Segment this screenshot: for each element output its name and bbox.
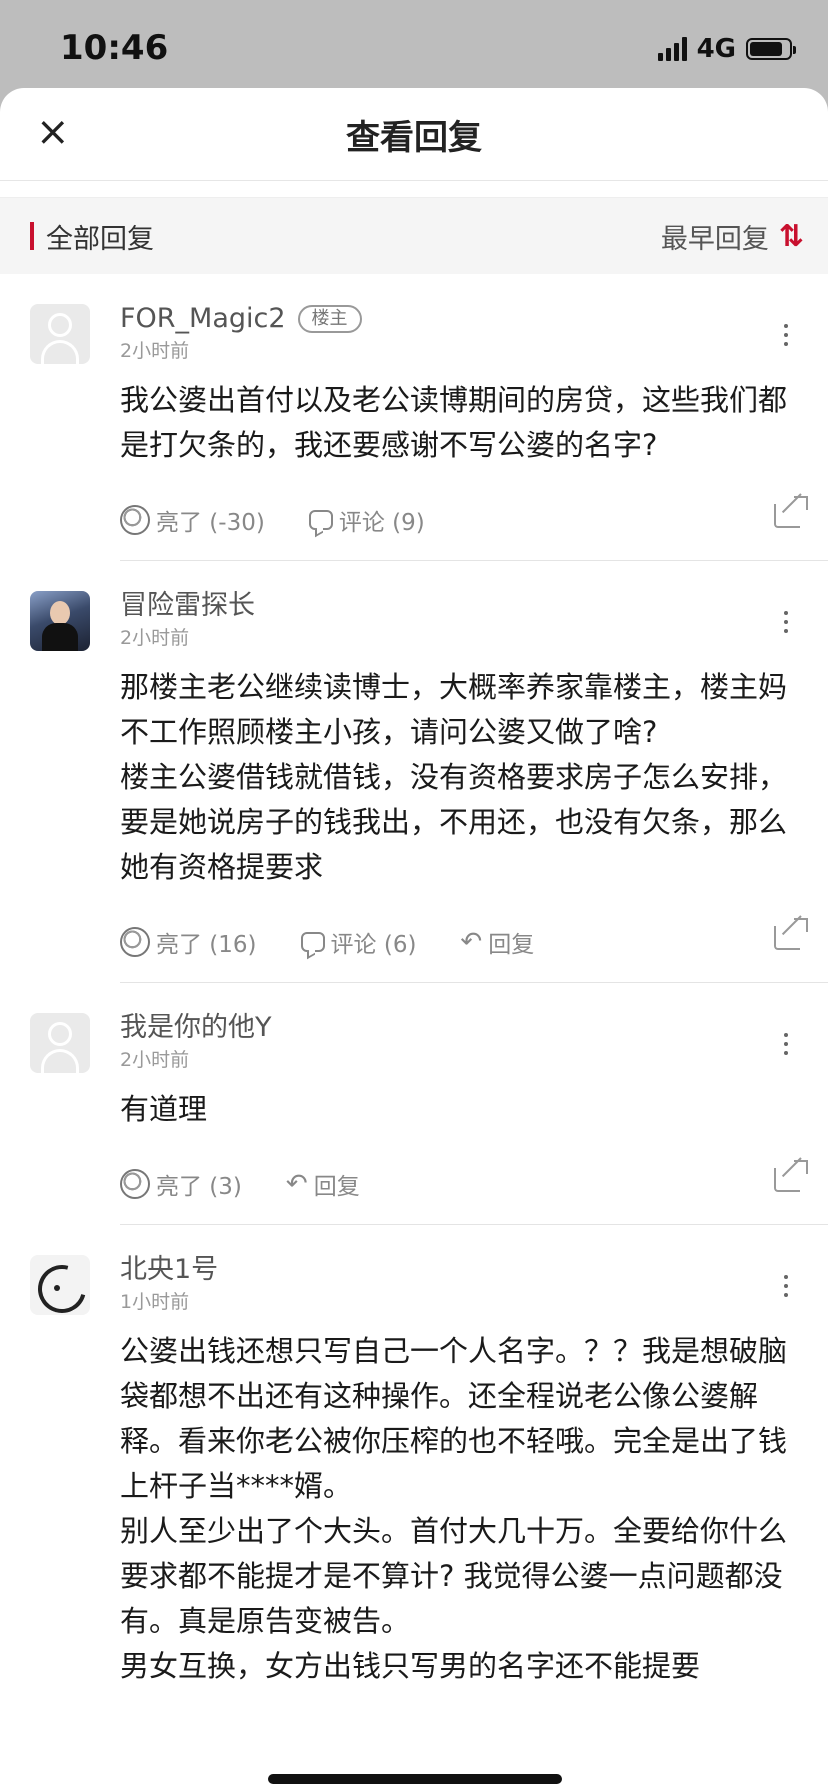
post-time: 2小时前 [120, 340, 190, 362]
more-icon[interactable] [784, 1275, 788, 1297]
sort-label: 最早回复 [660, 223, 769, 255]
op-badge: 楼主 [297, 305, 362, 333]
reply-paragraph: 男女互换，女方出钱只写男的名字还不能提要 [120, 1649, 701, 1683]
network-label: 4G [696, 34, 736, 64]
reply-content: 那楼主老公继续读博士，大概率养家靠楼主，楼主妈不工作照顾楼主小孩，请问公婆又做了… [120, 665, 800, 890]
signal-icon [657, 37, 687, 61]
reply-paragraph: 公婆出钱还想只写自己一个人名字。？？我是想破脑袋都想不出还有这种操作。还全程说老… [120, 1334, 788, 1503]
share-icon[interactable] [774, 504, 800, 528]
reply-item: 北央1号 1小时前 公婆出钱还想只写自己一个人名字。？？我是想破脑袋都想不出还有… [0, 1225, 828, 1689]
comment-icon [308, 510, 333, 530]
share-icon[interactable] [774, 1168, 800, 1192]
reply-item: FOR_Magic2 楼主 2小时前 我公婆出首付以及老公读博期间的房贷，这些我… [0, 274, 828, 552]
action-bar: 亮了 (-30) 评论 (9) [120, 488, 800, 552]
reply-icon: ↶ [285, 1169, 308, 1199]
reply-content: 有道理 [120, 1087, 800, 1132]
reply-paragraph: 有道理 [120, 1092, 208, 1126]
username[interactable]: 我是你的他Y [120, 1011, 272, 1045]
comment-button[interactable]: 评论 (6) [300, 925, 417, 959]
avatar[interactable] [30, 1255, 90, 1315]
share-icon[interactable] [774, 926, 800, 950]
reply-paragraph: 那楼主老公继续读博士，大概率养家靠楼主，楼主妈不工作照顾楼主小孩，请问公婆又做了… [120, 670, 788, 749]
filter-bar: 全部回复 最早回复 ⇅ [0, 198, 828, 274]
reply-paragraph: 别人至少出了个大头。首付大几十万。全要给你什么要求都不能提才是不算计? 我觉得公… [120, 1514, 788, 1638]
reply-label: 回复 [488, 932, 535, 958]
action-bar: 亮了 (3) ↶ 回复 [120, 1152, 800, 1216]
reply-paragraph: 我公婆出首付以及老公读博期间的房贷，这些我们都是打欠条的，我还要感谢不写公婆的名… [120, 383, 788, 462]
like-label: 亮了 (16) [156, 932, 257, 958]
reply-item: 我是你的他Y 2小时前 有道理 亮了 (3) ↶ 回复 [0, 983, 828, 1216]
battery-icon [746, 38, 796, 60]
reply-button[interactable]: ↶ 回复 [286, 1167, 360, 1201]
more-icon[interactable] [784, 1033, 788, 1055]
username[interactable]: FOR_Magic2 [120, 302, 286, 336]
like-button[interactable]: 亮了 (-30) [120, 503, 265, 537]
post-time: 2小时前 [120, 1049, 190, 1071]
like-button[interactable]: 亮了 (3) [120, 1167, 242, 1201]
avatar[interactable] [30, 304, 90, 364]
home-indicator[interactable] [268, 1774, 562, 1784]
status-indicators: 4G [657, 34, 796, 64]
like-label: 亮了 (3) [156, 1174, 242, 1200]
avatar[interactable] [30, 591, 90, 651]
username[interactable]: 冒险雷探长 [120, 589, 255, 623]
reply-icon: ↶ [460, 927, 483, 957]
username-row: 冒险雷探长 [120, 589, 800, 623]
active-mark [30, 222, 34, 250]
comment-label: 评论 (6) [330, 932, 417, 958]
post-time: 2小时前 [120, 627, 190, 649]
page-title: 查看回复 [346, 118, 482, 158]
sheet-header: × 查看回复 [0, 88, 828, 181]
reply-sheet: × 查看回复 全部回复 最早回复 ⇅ FOR_Magic2 楼主 2小时前 我公… [0, 88, 828, 1792]
more-icon[interactable] [784, 611, 788, 633]
comment-icon [300, 932, 325, 952]
username-row: 北央1号 [120, 1253, 800, 1287]
like-label: 亮了 (-30) [156, 510, 265, 536]
post-time: 1小时前 [120, 1291, 190, 1313]
status-time: 10:46 [60, 28, 169, 68]
reply-button[interactable]: ↶ 回复 [460, 925, 534, 959]
comment-label: 评论 (9) [338, 510, 425, 536]
globe-icon [120, 927, 150, 957]
like-button[interactable]: 亮了 (16) [120, 925, 257, 959]
sort-toggle[interactable]: 最早回复 ⇅ [660, 217, 804, 256]
reply-paragraph: 楼主公婆借钱就借钱，没有资格要求房子怎么安排，要是她说房子的钱我出，不用还，也没… [120, 760, 788, 884]
username-row: FOR_Magic2 楼主 [120, 302, 800, 336]
avatar[interactable] [30, 1013, 90, 1073]
globe-icon [120, 505, 150, 535]
globe-icon [120, 1169, 150, 1199]
filter-all-label: 全部回复 [46, 223, 154, 255]
reply-item: 冒险雷探长 2小时前 那楼主老公继续读博士，大概率养家靠楼主，楼主妈不工作照顾楼… [0, 561, 828, 974]
username-row: 我是你的他Y [120, 1011, 800, 1045]
comment-button[interactable]: 评论 (9) [308, 503, 425, 537]
header-gap [0, 181, 828, 198]
username[interactable]: 北央1号 [120, 1253, 218, 1287]
action-bar: 亮了 (16) 评论 (6) ↶ 回复 [120, 910, 800, 974]
reply-content: 公婆出钱还想只写自己一个人名字。？？我是想破脑袋都想不出还有这种操作。还全程说老… [120, 1329, 800, 1689]
filter-all[interactable]: 全部回复 [30, 217, 154, 256]
reply-label: 回复 [313, 1174, 360, 1200]
more-icon[interactable] [784, 324, 788, 346]
reply-content: 我公婆出首付以及老公读博期间的房贷，这些我们都是打欠条的，我还要感谢不写公婆的名… [120, 378, 800, 468]
status-bar: 10:46 4G [0, 0, 828, 96]
sort-icon: ⇅ [778, 218, 804, 254]
